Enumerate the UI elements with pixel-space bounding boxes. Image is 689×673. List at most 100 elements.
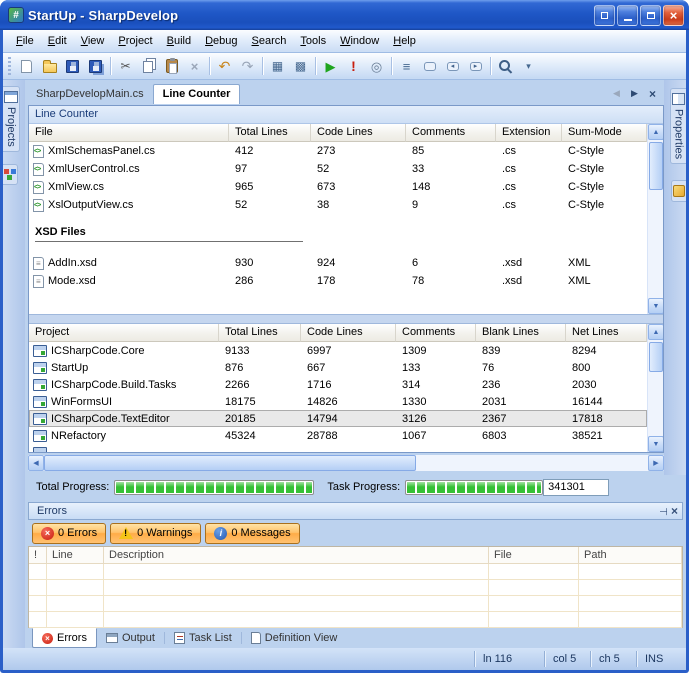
paste-icon[interactable] (160, 55, 183, 77)
projects-vertical-scrollbar[interactable]: ▲ ▼ (647, 324, 663, 452)
build-project-icon[interactable]: ▩ (289, 55, 312, 77)
table-row[interactable]: XmlView.cs 965 673 148 .cs C-Style (29, 178, 647, 196)
menu-view[interactable]: View (74, 32, 112, 50)
table-row[interactable]: Mode.xsd 286 178 78 .xsd XML (29, 272, 647, 290)
header-sum-mode[interactable]: Sum-Mode (562, 124, 647, 142)
prev-bookmark-icon[interactable]: ◂ (441, 55, 464, 77)
save-file-icon[interactable] (61, 55, 84, 77)
delete-icon[interactable]: × (183, 55, 206, 77)
header-net-lines[interactable]: Net Lines (566, 324, 647, 342)
scrollbar-track[interactable] (44, 455, 648, 471)
bookmark-list-icon[interactable]: ≡ (395, 55, 418, 77)
menu-tools[interactable]: Tools (293, 32, 333, 50)
table-row[interactable]: WinFormsUI 18175 14826 1330 2031 16144 (29, 393, 647, 410)
menu-project[interactable]: Project (111, 32, 159, 50)
header-file[interactable]: File (489, 547, 579, 563)
scroll-down-icon[interactable]: ▼ (648, 298, 663, 314)
errors-filter-button[interactable]: × 0 Errors (32, 523, 106, 544)
table-row[interactable]: XmlSchemasPanel.cs 412 273 85 .cs C-Styl… (29, 142, 647, 160)
scroll-left-icon[interactable]: ◀ (28, 455, 44, 471)
header-comments[interactable]: Comments (406, 124, 496, 142)
scrollbar-thumb[interactable] (44, 455, 416, 471)
next-bookmark-icon[interactable]: ▸ (464, 55, 487, 77)
tab-output-label: Output (122, 632, 155, 644)
redo-icon[interactable]: ↷ (236, 55, 259, 77)
header-blank-lines[interactable]: Blank Lines (476, 324, 566, 342)
toolbar-overflow-icon[interactable]: ▾ (517, 55, 540, 77)
files-vertical-scrollbar[interactable]: ▲ ▼ (647, 124, 663, 314)
cut-icon[interactable]: ✂ (114, 55, 137, 77)
messages-filter-button[interactable]: i 0 Messages (205, 523, 299, 544)
copy-icon[interactable] (137, 55, 160, 77)
menu-help[interactable]: Help (386, 32, 423, 50)
table-row-selected[interactable]: ICSharpCode.TextEditor 20185 14794 3126 … (29, 410, 647, 427)
close-document-icon[interactable]: × (645, 86, 660, 101)
table-row[interactable]: StartUp 876 667 133 76 800 (29, 359, 647, 376)
header-extension[interactable]: Extension (496, 124, 562, 142)
table-row[interactable]: ICSharpCode.Core 9133 6997 1309 839 8294 (29, 342, 647, 359)
menu-edit[interactable]: Edit (41, 32, 74, 50)
header-code-lines[interactable]: Code Lines (311, 124, 406, 142)
warnings-filter-button[interactable]: 0 Warnings (110, 523, 201, 544)
table-row[interactable]: XmlUserControl.cs 97 52 33 .cs C-Style (29, 160, 647, 178)
close-panel-icon[interactable]: × (671, 504, 678, 518)
menu-window[interactable]: Window (333, 32, 386, 50)
table-row[interactable]: ICSharpCode.Build.Tasks 2266 1716 314 23… (29, 376, 647, 393)
header-description[interactable]: Description (104, 547, 489, 563)
run-icon[interactable]: ▶ (319, 55, 342, 77)
menu-search[interactable]: Search (245, 32, 294, 50)
menu-debug[interactable]: Debug (198, 32, 244, 50)
sidebar-tab-projects[interactable]: Projects (3, 86, 20, 152)
sidebar-tab-classes[interactable] (3, 164, 18, 185)
minimize-button[interactable] (617, 5, 638, 26)
splitter[interactable] (29, 314, 663, 324)
comment-region-icon[interactable] (418, 55, 441, 77)
horizontal-scrollbar[interactable]: ◀ ▶ (28, 455, 664, 471)
sidebar-tab-properties[interactable]: Properties (670, 88, 686, 164)
header-path[interactable]: Path (579, 547, 682, 563)
scrollbar-thumb[interactable] (649, 142, 663, 190)
save-all-icon[interactable] (84, 55, 107, 77)
scroll-tabs-left-icon[interactable]: ◀ (609, 86, 624, 101)
scrollbar-thumb[interactable] (649, 342, 663, 372)
pin-icon[interactable]: ⊤ (657, 507, 668, 516)
header-line[interactable]: Line (47, 547, 104, 563)
new-file-icon[interactable] (15, 55, 38, 77)
scroll-up-icon[interactable]: ▲ (648, 124, 663, 140)
breakpoint-icon[interactable]: ◎ (365, 55, 388, 77)
header-total-lines[interactable]: Total Lines (219, 324, 301, 342)
header-project[interactable]: Project (29, 324, 219, 342)
search-icon[interactable] (494, 55, 517, 77)
table-row[interactable] (29, 444, 647, 452)
header-code-lines[interactable]: Code Lines (301, 324, 396, 342)
tab-errors[interactable]: × Errors (32, 628, 97, 648)
table-row[interactable]: XslOutputView.cs 52 38 9 .cs C-Style (29, 196, 647, 214)
header-comments[interactable]: Comments (396, 324, 476, 342)
close-button[interactable]: × (663, 5, 684, 26)
maximize-button[interactable] (640, 5, 661, 26)
header-total-lines[interactable]: Total Lines (229, 124, 311, 142)
table-row[interactable]: NRefactory 45324 28788 1067 6803 38521 (29, 427, 647, 444)
tab-definition-view[interactable]: Definition View (242, 628, 347, 648)
tab-output[interactable]: Output (97, 628, 164, 648)
abort-icon[interactable]: ! (342, 55, 365, 77)
scroll-up-icon[interactable]: ▲ (648, 324, 663, 340)
tab-sharpdevelopmain[interactable]: SharpDevelopMain.cs (27, 85, 153, 104)
undo-icon[interactable]: ↶ (213, 55, 236, 77)
toolbar-grip[interactable] (8, 57, 11, 75)
open-folder-icon[interactable] (38, 55, 61, 77)
header-severity[interactable]: ! (29, 547, 47, 563)
tab-task-list[interactable]: Task List (165, 628, 241, 648)
scroll-down-icon[interactable]: ▼ (648, 436, 663, 452)
header-file[interactable]: File (29, 124, 229, 142)
scroll-tabs-right-icon[interactable]: ▶ (627, 86, 642, 101)
window-button[interactable] (594, 5, 615, 26)
menu-file[interactable]: File (9, 32, 41, 50)
menu-build[interactable]: Build (160, 32, 198, 50)
total-progress-label: Total Progress: (36, 481, 109, 493)
build-solution-icon[interactable]: ▦ (266, 55, 289, 77)
sidebar-tab-tools[interactable] (671, 180, 686, 202)
scroll-right-icon[interactable]: ▶ (648, 455, 664, 471)
table-row[interactable]: AddIn.xsd 930 924 6 .xsd XML (29, 254, 647, 272)
tab-line-counter[interactable]: Line Counter (153, 84, 241, 104)
